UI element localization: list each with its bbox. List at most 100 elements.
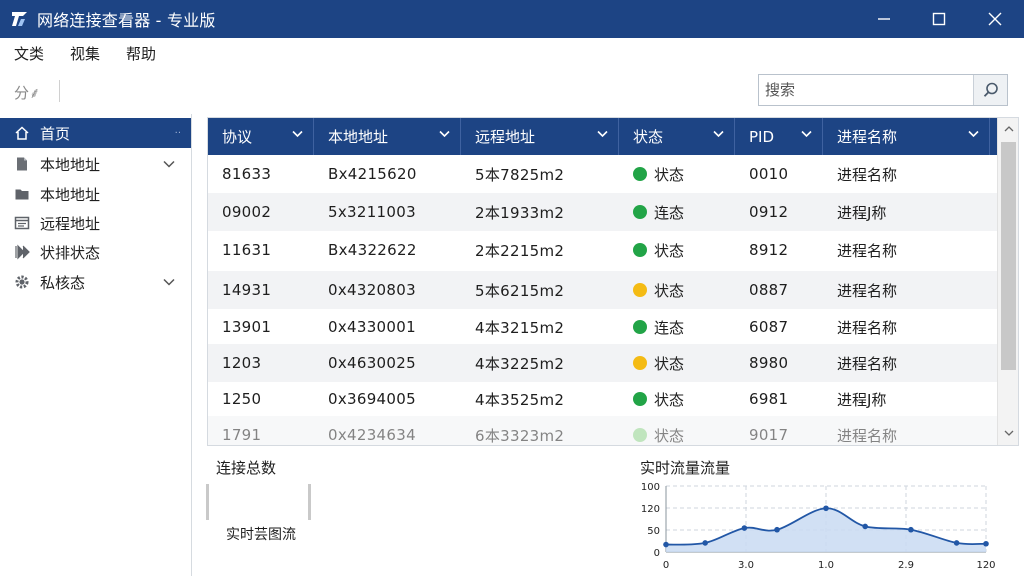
toolbar-label[interactable]: 分⸙ [14, 82, 40, 103]
table-cell-state: 状态 [619, 155, 735, 193]
cell-text: 8980 [749, 354, 789, 372]
column-header-process-name[interactable]: 进程名称 [823, 118, 990, 155]
table-cell-protocol: 11631 [208, 231, 314, 269]
folder-icon [13, 185, 31, 203]
cell-text: 81633 [222, 165, 272, 183]
table-row[interactable]: 1203 0x4630025 4本3225m2 状态 8980 进程名称 [208, 344, 998, 382]
cell-text: 4本3225m2 [475, 354, 565, 373]
cell-text: 0887 [749, 281, 789, 299]
table-cell-pid: 9017 [735, 416, 823, 445]
menu-item-view[interactable]: 视集 [58, 43, 112, 64]
cell-text: 1203 [222, 354, 262, 372]
close-icon [988, 12, 1002, 26]
table-cell-state: 状态 [619, 416, 735, 445]
chevron-down-icon [597, 130, 608, 138]
sidebar-item-label: 本地地址 [40, 185, 101, 204]
chart-point [702, 540, 708, 546]
chevron-down-icon [713, 130, 724, 138]
column-header-pid[interactable]: PID [735, 118, 823, 155]
table-row[interactable]: 1791 0x4234634 6本3323m2 状态 9017 进程名称 [208, 416, 998, 445]
cell-text: 5本7825m2 [475, 165, 565, 184]
status-dot-icon [633, 320, 647, 334]
search-button[interactable] [973, 75, 1007, 105]
cell-text: 0912 [749, 203, 789, 221]
sidebar-item-local-address[interactable]: 本地地址 [0, 149, 191, 179]
table-row[interactable]: 14931 0x4320803 5本6215m2 状态 0887 进程名称 [208, 271, 998, 309]
column-header-remote-address[interactable]: 远程地址 [461, 118, 619, 155]
sidebar-item-settings[interactable]: 私核态 [0, 267, 191, 297]
table-cell-remote: 5本6215m2 [461, 271, 619, 309]
close-button[interactable] [968, 0, 1022, 38]
chart-point [774, 526, 780, 533]
table-row[interactable]: 13901 0x4330001 4本3215m2 连态 6087 进程名称 [208, 308, 998, 346]
column-header-label: 本地地址 [328, 128, 389, 146]
file-icon [13, 155, 31, 173]
home-icon [13, 124, 31, 142]
table-cell-protocol: 1791 [208, 416, 314, 445]
table-cell-process: 进程J称 [823, 193, 990, 231]
cell-text: 状态 [654, 390, 685, 409]
cell-text: 0x4320803 [328, 281, 416, 299]
cell-text: 2本1933m2 [475, 203, 565, 222]
table-cell-state: 连态 [619, 308, 735, 346]
cell-text: 进程名称 [837, 426, 898, 445]
menu-item-file[interactable]: 文类 [2, 43, 56, 64]
chevron-down-icon[interactable] [161, 278, 177, 286]
menu-item-help[interactable]: 帮助 [114, 43, 168, 64]
sidebar-item-label: 首页 [40, 124, 71, 143]
search-icon [983, 82, 998, 97]
table-cell-process: 进程名称 [823, 416, 990, 445]
table-cell-pid: 0010 [735, 155, 823, 193]
chart-point [862, 523, 868, 530]
scroll-down-icon[interactable] [1001, 426, 1016, 440]
chevron-down-icon [292, 130, 303, 138]
sidebar-item-status[interactable]: 状排状态 [0, 237, 191, 267]
cell-text: 11631 [222, 241, 272, 259]
table-cell-process: 进程名称 [823, 344, 990, 382]
column-header-state[interactable]: 状态 [619, 118, 735, 155]
chevron-down-icon[interactable] [161, 160, 177, 168]
table-row[interactable]: 09002 5x3211003 2本1933m2 连态 0912 进程J称 [208, 193, 998, 231]
column-header-protocol[interactable]: 协议 [208, 118, 314, 155]
cell-text: 进程J称 [837, 203, 887, 222]
table-cell-remote: 2本1933m2 [461, 193, 619, 231]
table-scrollbar[interactable] [997, 118, 1018, 445]
table-cell-remote: 2本2215m2 [461, 231, 619, 269]
cell-text: 0x4234634 [328, 426, 416, 444]
chart-point [953, 540, 960, 546]
cell-text: 9017 [749, 426, 789, 444]
window-title: 网络连接查看器 - 专业版 [37, 11, 216, 30]
cell-text: 状态 [654, 281, 685, 300]
minimize-button[interactable] [857, 0, 911, 38]
app-logo-icon [9, 8, 31, 30]
sidebar-item-label: 本地地址 [40, 155, 101, 174]
table-cell-local: 0x4330001 [314, 308, 461, 346]
column-header-local-address[interactable]: 本地地址 [314, 118, 461, 155]
table-cell-state: 状态 [619, 344, 735, 382]
scrollbar-thumb[interactable] [1001, 142, 1016, 370]
sidebar-item-remote-address[interactable]: 远程地址 [0, 208, 191, 238]
sidebar-item-local-address-2[interactable]: 本地地址 [0, 179, 191, 209]
chevron-down-icon [439, 130, 450, 138]
search-input[interactable] [759, 75, 973, 105]
chevron-down-icon [968, 130, 979, 138]
table-cell-state: 连态 [619, 193, 735, 231]
table-cell-process: 进程名称 [823, 271, 990, 309]
table-cell-protocol: 09002 [208, 193, 314, 231]
scroll-up-icon[interactable] [1001, 122, 1016, 136]
status-dot-icon [633, 356, 647, 370]
table-cell-protocol: 14931 [208, 271, 314, 309]
maximize-icon [932, 12, 946, 26]
cell-text: 进程名称 [837, 354, 898, 373]
table-cell-local: 5x3211003 [314, 193, 461, 231]
table-cell-protocol: 1203 [208, 344, 314, 382]
table-cell-remote: 6本3323m2 [461, 416, 619, 445]
table-row[interactable]: 81633 Bx4215620 5本7825m2 状态 0010 进程名称 [208, 155, 998, 193]
cell-text: 1791 [222, 426, 262, 444]
maximize-button[interactable] [912, 0, 966, 38]
sidebar-item-home[interactable]: 首页 ·· [0, 118, 191, 148]
table-row[interactable]: 1250 0x3694005 4本3525m2 状态 6981 进程J称 [208, 380, 998, 418]
table-row[interactable]: 11631 Bx4322622 2本2215m2 状态 8912 进程名称 [208, 231, 998, 269]
chart-y-tick-label: 120 [641, 504, 660, 515]
status-dot-icon [633, 167, 647, 181]
